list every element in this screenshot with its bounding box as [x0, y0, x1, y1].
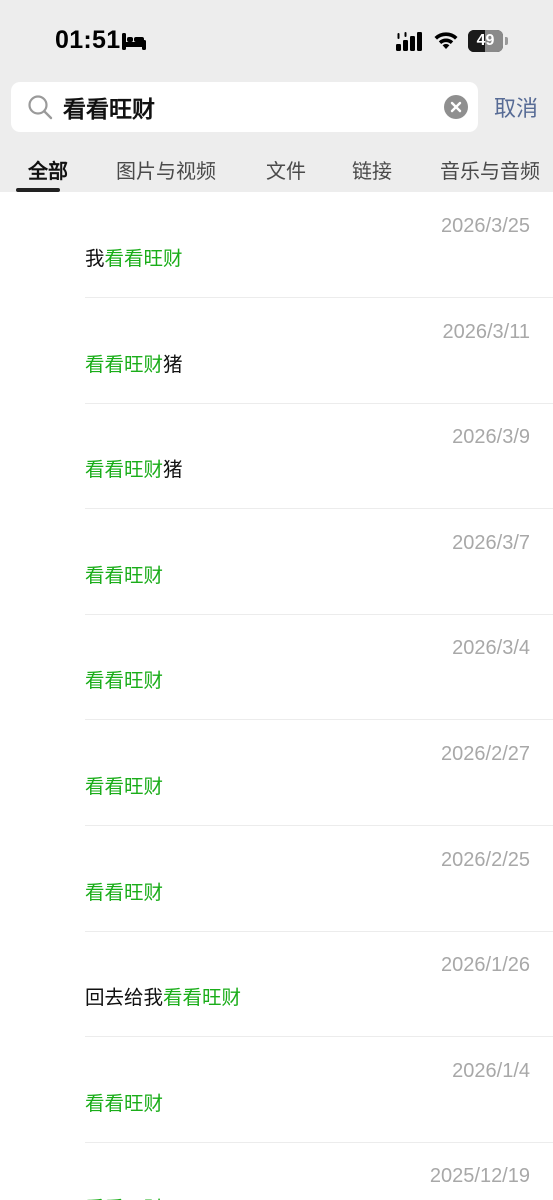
tab-photos-videos[interactable]: 图片与视频	[116, 155, 216, 184]
result-date: 2026/1/26	[441, 954, 530, 977]
signal-icon	[396, 32, 422, 51]
result-date: 2025/12/19	[429, 1165, 530, 1188]
result-item[interactable]: 2025/12/19 看看旺财	[0, 1142, 553, 1200]
result-message: 看看旺财	[85, 1192, 163, 1200]
result-item[interactable]: 2026/3/11 看看旺财猪	[0, 298, 553, 404]
tab-music-audio[interactable]: 音乐与音频	[440, 155, 540, 184]
result-text-match: 看看旺财	[85, 352, 164, 376]
result-item[interactable]: 2026/1/26 回去给我看看旺财	[0, 931, 553, 1038]
result-text-match: 看看旺财	[85, 1091, 164, 1115]
search-input[interactable]	[63, 82, 433, 132]
result-date: 2026/3/11	[442, 320, 531, 343]
result-item[interactable]: 2026/1/4 看看旺财	[0, 1037, 553, 1143]
clear-icon[interactable]	[444, 95, 468, 119]
result-text-prefix: 回去给我	[85, 986, 164, 1010]
result-message: 看看旺财	[85, 1087, 163, 1116]
result-text-match: 看看旺财	[85, 880, 164, 904]
result-message: 我看看旺财	[85, 242, 183, 271]
result-message: 看看旺财	[85, 559, 163, 588]
tab-all[interactable]: 全部	[28, 155, 68, 184]
result-date: 2026/1/4	[452, 1059, 530, 1082]
cancel-button[interactable]: 取消	[494, 91, 538, 123]
result-item[interactable]: 2026/3/9 看看旺财猪	[0, 403, 553, 510]
tab-files[interactable]: 文件	[266, 155, 306, 184]
result-message: 看看旺财猪	[85, 348, 183, 377]
result-item[interactable]: 2026/2/25 看看旺财	[0, 826, 553, 932]
search-results: 2026/3/25 我看看旺财 2026/3/11 看看旺财猪 2026/3/9 看看旺财…	[0, 192, 553, 1200]
result-item[interactable]: 2026/2/27 看看旺财	[0, 720, 553, 826]
battery-cap	[505, 37, 508, 45]
result-text-suffix: 猪	[163, 458, 183, 482]
status-bar: 01:51 49	[0, 0, 553, 80]
battery-level: 49	[476, 32, 495, 49]
result-date: 2026/3/25	[441, 215, 530, 237]
result-message: 看看旺财	[85, 876, 163, 905]
result-text-suffix: 猪	[163, 352, 183, 376]
result-item[interactable]: 2026/3/7 看看旺财	[0, 509, 553, 615]
search-box[interactable]	[11, 82, 478, 132]
filter-tabs: 全部 图片与视频 文件 链接 音乐与音频	[0, 150, 553, 192]
result-item[interactable]: 2026/3/4 看看旺财	[0, 614, 553, 721]
result-text-prefix: 我	[85, 247, 105, 270]
result-text-match: 看看旺财	[163, 986, 242, 1010]
wifi-icon	[434, 32, 458, 49]
tab-links[interactable]: 链接	[352, 155, 392, 184]
result-date: 2026/3/9	[452, 426, 530, 449]
result-text-match: 看看旺财	[85, 563, 164, 587]
result-text-match: 看看旺财	[85, 458, 164, 482]
status-time: 01:51	[55, 26, 121, 54]
result-date: 2026/2/25	[441, 848, 530, 871]
result-item[interactable]: 2026/3/25 我看看旺财	[0, 192, 553, 298]
sleep-icon	[122, 33, 146, 50]
result-message: 看看旺财	[85, 770, 163, 799]
result-message: 看看旺财	[85, 664, 163, 693]
battery-icon: 49	[468, 30, 503, 52]
result-message: 回去给我看看旺财	[85, 981, 241, 1010]
result-text-match: 看看旺财	[85, 669, 164, 693]
result-message: 看看旺财猪	[85, 453, 183, 482]
search-icon	[28, 95, 53, 120]
result-text-match: 看看旺财	[104, 247, 183, 270]
result-date: 2026/3/4	[452, 637, 530, 660]
result-date: 2026/2/27	[441, 743, 530, 765]
result-text-match: 看看旺财	[85, 775, 164, 798]
result-date: 2026/3/7	[452, 531, 530, 554]
